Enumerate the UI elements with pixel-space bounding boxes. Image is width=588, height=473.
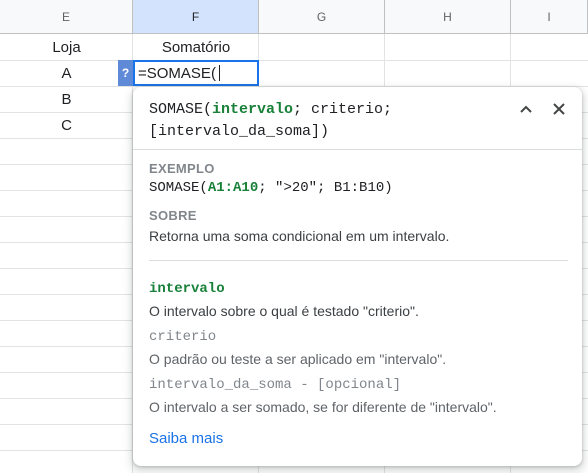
column-header-i[interactable]: I [511, 0, 588, 34]
column-header-f[interactable]: F [133, 0, 259, 34]
chevron-up-icon[interactable] [514, 97, 538, 121]
argument-description-intervalo-da-soma: O intervalo a ser somado, se for diferen… [149, 399, 497, 415]
function-signature: SOMASE(intervalo; criterio; [intervalo_d… [149, 99, 489, 143]
signature-rest: ; criterio; [293, 101, 393, 118]
column-header-label: F [191, 9, 200, 24]
argument-name-criterio: criterio [149, 329, 217, 345]
cell-text: Somatório [161, 39, 231, 56]
formula-text: =SOMASE( [138, 64, 216, 82]
column-header-h[interactable]: H [385, 0, 511, 34]
example-highlighted-argument: A1:A10 [207, 180, 259, 196]
divider [149, 260, 568, 261]
argument-description-criterio: O padrão ou teste a ser aplicado em "int… [149, 351, 447, 367]
argument-description-intervalo: O intervalo sobre o qual é testado "crit… [149, 303, 419, 319]
example-rest: ; ">20"; B1:B10) [258, 180, 393, 196]
signature-active-argument: intervalo [212, 101, 294, 118]
argument-name-intervalo-da-soma: intervalo_da_soma - [opcional] [149, 377, 402, 393]
argument-name-intervalo: intervalo [149, 281, 225, 297]
close-icon[interactable] [547, 97, 571, 121]
cell-f-header[interactable]: Somatório [133, 35, 259, 60]
divider [133, 149, 582, 150]
cell-e-header[interactable]: Loja [0, 35, 133, 60]
cell-text: Loja [52, 39, 81, 56]
column-header-label: E [61, 9, 70, 24]
example-label: EXEMPLO [149, 161, 215, 176]
function-help-popup: SOMASE(intervalo; criterio; [intervalo_d… [133, 87, 582, 466]
column-header-label: I [547, 9, 551, 24]
example-formula: SOMASE(A1:A10; ">20"; B1:B10) [149, 180, 393, 196]
column-header-e[interactable]: E [0, 0, 133, 34]
formula-help-button[interactable]: ? [118, 60, 133, 86]
signature-function: SOMASE( [149, 101, 213, 118]
cell-text: C [61, 117, 72, 134]
cell-text: A [61, 65, 72, 82]
cell-e-row-a[interactable]: A [0, 61, 133, 86]
cell-e-row-c[interactable]: C [0, 113, 133, 138]
cell-e-row-b[interactable]: B [0, 87, 133, 112]
example-function: SOMASE( [149, 180, 208, 196]
signature-optional-argument: [intervalo_da_soma]) [149, 123, 330, 140]
about-label: SOBRE [149, 208, 197, 223]
column-header-g[interactable]: G [259, 0, 385, 34]
column-header-label: H [443, 9, 452, 24]
learn-more-link[interactable]: Saiba mais [149, 430, 223, 447]
column-header-label: G [316, 9, 327, 24]
text-cursor [218, 65, 220, 81]
cell-text: B [61, 91, 72, 108]
question-icon: ? [121, 66, 130, 80]
about-text: Retorna uma soma condicional em um inter… [149, 228, 450, 244]
cell-formula-editor[interactable]: =SOMASE( [133, 60, 259, 86]
